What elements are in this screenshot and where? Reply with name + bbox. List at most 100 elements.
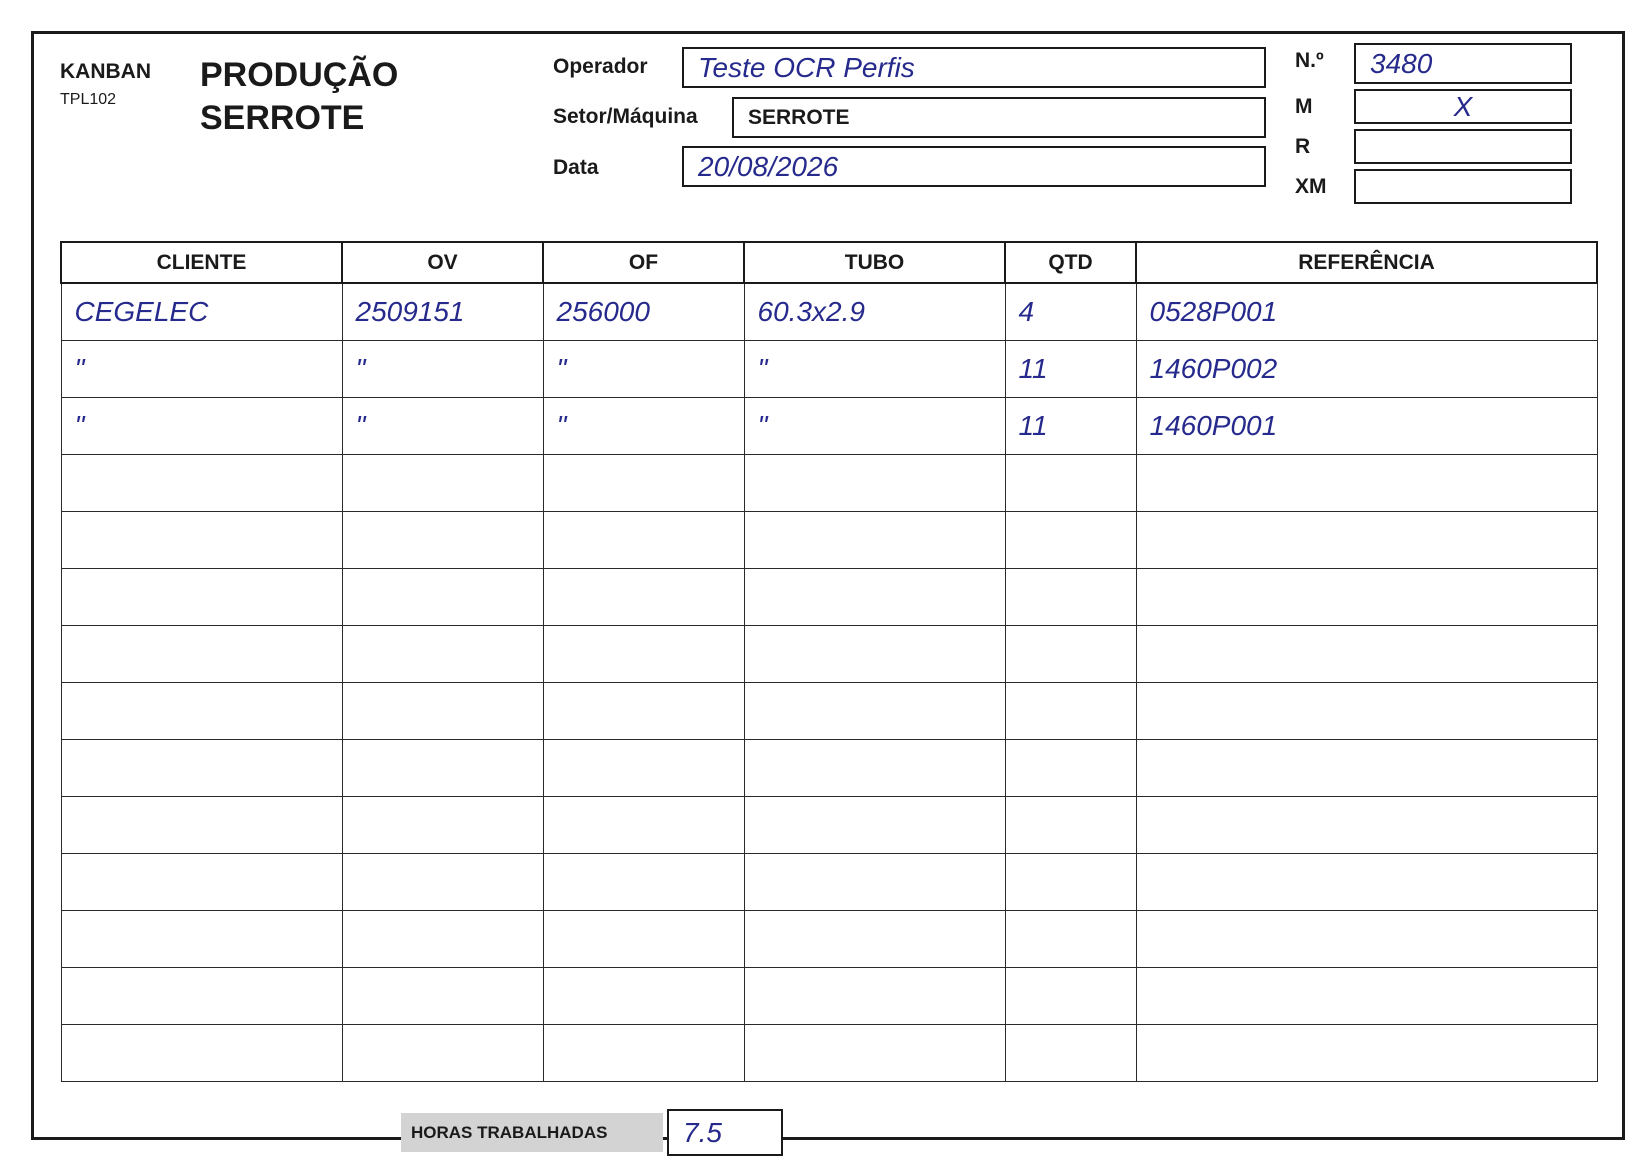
- cell-referencia[interactable]: [1135, 1023, 1598, 1082]
- cell-of[interactable]: [542, 1023, 745, 1082]
- cell-referencia[interactable]: [1135, 795, 1598, 854]
- cell-referencia[interactable]: [1135, 966, 1598, 1025]
- cell-ov[interactable]: [341, 510, 544, 569]
- r-field[interactable]: [1354, 129, 1572, 164]
- cell-cliente[interactable]: [60, 1023, 343, 1082]
- cell-referencia[interactable]: [1135, 567, 1598, 626]
- cell-tubo[interactable]: [743, 567, 1006, 626]
- cell-qtd[interactable]: [1004, 624, 1137, 683]
- cell-cliente[interactable]: [60, 909, 343, 968]
- cell-tubo[interactable]: [743, 738, 1006, 797]
- horas-trabalhadas-field[interactable]: 7.5: [667, 1109, 783, 1156]
- cell-cliente[interactable]: CEGELEC: [60, 282, 343, 341]
- cell-qtd[interactable]: [1004, 453, 1137, 512]
- cell-ov[interactable]: [341, 852, 544, 911]
- table-row: [60, 510, 1598, 569]
- cell-referencia[interactable]: 1460P002: [1135, 339, 1598, 398]
- cell-cliente[interactable]: [60, 681, 343, 740]
- cell-cliente[interactable]: [60, 567, 343, 626]
- cell-ov[interactable]: 2509151: [341, 282, 544, 341]
- table-row: [60, 909, 1598, 968]
- cell-ov[interactable]: [341, 738, 544, 797]
- cell-ov[interactable]: [341, 1023, 544, 1082]
- r-label: R: [1295, 135, 1311, 158]
- m-field[interactable]: X: [1354, 89, 1572, 124]
- cell-referencia[interactable]: [1135, 510, 1598, 569]
- cell-of[interactable]: [542, 795, 745, 854]
- cell-cliente[interactable]: [60, 852, 343, 911]
- cell-ov[interactable]: [341, 966, 544, 1025]
- cell-of[interactable]: [542, 909, 745, 968]
- cell-qtd[interactable]: [1004, 1023, 1137, 1082]
- cell-cliente[interactable]: [60, 510, 343, 569]
- cell-tubo[interactable]: [743, 909, 1006, 968]
- cell-qtd[interactable]: 11: [1004, 339, 1137, 398]
- numero-label: N.º: [1295, 49, 1324, 72]
- cell-ov[interactable]: [341, 453, 544, 512]
- cell-ov[interactable]: [341, 681, 544, 740]
- cell-cliente[interactable]: [60, 738, 343, 797]
- cell-tubo[interactable]: ": [743, 339, 1006, 398]
- table-row: [60, 738, 1598, 797]
- cell-cliente[interactable]: ": [60, 396, 343, 455]
- cell-qtd[interactable]: 11: [1004, 396, 1137, 455]
- cell-of[interactable]: [542, 453, 745, 512]
- data-field[interactable]: 20/08/2026: [682, 146, 1266, 187]
- numero-field[interactable]: 3480: [1354, 43, 1572, 84]
- cell-tubo[interactable]: [743, 966, 1006, 1025]
- cell-ov[interactable]: [341, 795, 544, 854]
- cell-referencia[interactable]: [1135, 681, 1598, 740]
- cell-qtd[interactable]: 4: [1004, 282, 1137, 341]
- cell-of[interactable]: [542, 738, 745, 797]
- cell-of[interactable]: ": [542, 339, 745, 398]
- cell-qtd[interactable]: [1004, 567, 1137, 626]
- cell-cliente[interactable]: [60, 966, 343, 1025]
- cell-referencia[interactable]: [1135, 909, 1598, 968]
- cell-qtd[interactable]: [1004, 852, 1137, 911]
- cell-qtd[interactable]: [1004, 510, 1137, 569]
- column-header-tubo: TUBO: [743, 241, 1006, 284]
- cell-referencia[interactable]: [1135, 624, 1598, 683]
- cell-tubo[interactable]: [743, 624, 1006, 683]
- cell-qtd[interactable]: [1004, 909, 1137, 968]
- cell-tubo[interactable]: [743, 681, 1006, 740]
- cell-qtd[interactable]: [1004, 795, 1137, 854]
- cell-referencia[interactable]: 1460P001: [1135, 396, 1598, 455]
- cell-cliente[interactable]: [60, 624, 343, 683]
- cell-ov[interactable]: ": [341, 339, 544, 398]
- cell-tubo[interactable]: [743, 1023, 1006, 1082]
- column-header-cliente: CLIENTE: [60, 241, 343, 284]
- cell-qtd[interactable]: [1004, 966, 1137, 1025]
- cell-tubo[interactable]: ": [743, 396, 1006, 455]
- cell-of[interactable]: [542, 852, 745, 911]
- cell-of[interactable]: [542, 966, 745, 1025]
- cell-tubo[interactable]: [743, 852, 1006, 911]
- cell-of[interactable]: ": [542, 396, 745, 455]
- cell-referencia[interactable]: [1135, 738, 1598, 797]
- cell-cliente[interactable]: [60, 795, 343, 854]
- cell-cliente[interactable]: [60, 453, 343, 512]
- cell-of[interactable]: [542, 681, 745, 740]
- cell-of[interactable]: [542, 624, 745, 683]
- cell-tubo[interactable]: 60.3x2.9: [743, 282, 1006, 341]
- cell-qtd[interactable]: [1004, 681, 1137, 740]
- cell-ov[interactable]: [341, 909, 544, 968]
- cell-tubo[interactable]: [743, 453, 1006, 512]
- cell-ov[interactable]: [341, 624, 544, 683]
- cell-ov[interactable]: ": [341, 396, 544, 455]
- cell-referencia[interactable]: 0528P001: [1135, 282, 1598, 341]
- cell-tubo[interactable]: [743, 795, 1006, 854]
- cell-of[interactable]: [542, 510, 745, 569]
- cell-referencia[interactable]: [1135, 453, 1598, 512]
- cell-of[interactable]: 256000: [542, 282, 745, 341]
- xm-field[interactable]: [1354, 169, 1572, 204]
- cell-cliente[interactable]: ": [60, 339, 343, 398]
- cell-referencia[interactable]: [1135, 852, 1598, 911]
- cell-tubo[interactable]: [743, 510, 1006, 569]
- cell-qtd[interactable]: [1004, 738, 1137, 797]
- cell-of[interactable]: [542, 567, 745, 626]
- table-row: " " " " 11 1460P001: [60, 396, 1598, 455]
- setor-field[interactable]: SERROTE: [732, 97, 1266, 138]
- operador-field[interactable]: Teste OCR Perfis: [682, 47, 1266, 88]
- cell-ov[interactable]: [341, 567, 544, 626]
